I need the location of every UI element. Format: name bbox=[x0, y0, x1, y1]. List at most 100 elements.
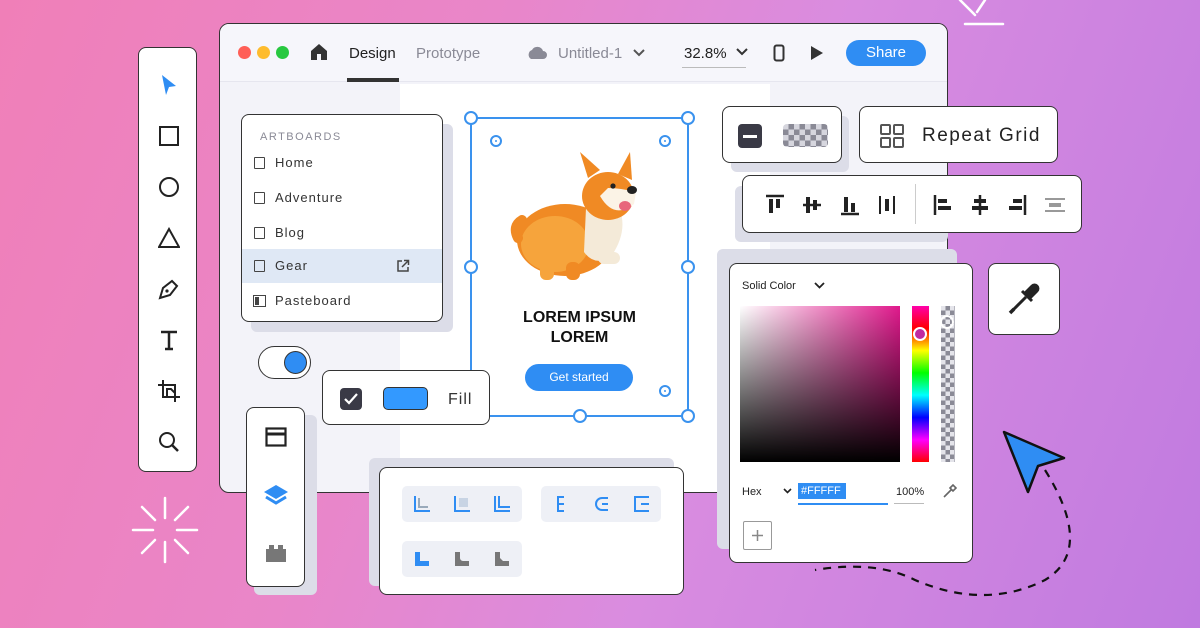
minimize-window-button[interactable] bbox=[257, 46, 270, 59]
polygon-tool[interactable] bbox=[155, 224, 183, 252]
get-started-button[interactable]: Get started bbox=[525, 364, 633, 391]
page-icon bbox=[254, 157, 265, 169]
resize-handle[interactable] bbox=[573, 409, 587, 423]
pin-top-left-icon[interactable] bbox=[412, 494, 432, 514]
close-window-button[interactable] bbox=[238, 46, 251, 59]
headline-line: LOREM bbox=[550, 329, 609, 346]
ellipse-icon bbox=[159, 177, 179, 197]
cursor-arrow-icon bbox=[1002, 430, 1066, 494]
pin-right-icon[interactable] bbox=[552, 494, 572, 514]
artboard-item-pasteboard[interactable]: Pasteboard bbox=[242, 284, 442, 318]
pen-tool[interactable] bbox=[155, 275, 183, 303]
corner-cut-icon[interactable] bbox=[492, 549, 512, 569]
repeat-grid-label: Repeat Grid bbox=[922, 125, 1041, 146]
artboard-item-label: Home bbox=[275, 155, 314, 170]
zoom-tool[interactable] bbox=[155, 428, 183, 456]
hue-slider-thumb[interactable] bbox=[913, 327, 927, 341]
artboard-item-label: Pasteboard bbox=[275, 293, 352, 308]
maximize-window-button[interactable] bbox=[276, 46, 289, 59]
pin-box-icon[interactable] bbox=[632, 494, 652, 514]
align-left-icon[interactable] bbox=[933, 194, 953, 216]
page-icon bbox=[254, 192, 265, 204]
opacity-slider[interactable] bbox=[940, 306, 955, 462]
artboard-item-home[interactable]: Home bbox=[242, 146, 442, 180]
resize-handle[interactable] bbox=[681, 260, 695, 274]
eyedropper-icon bbox=[1008, 283, 1040, 315]
artboard-item-adventure[interactable]: Adventure bbox=[242, 181, 442, 215]
saturation-field[interactable] bbox=[740, 306, 900, 462]
align-panel bbox=[742, 175, 1082, 233]
sparkle-decoration bbox=[131, 496, 199, 564]
add-swatch-button[interactable] bbox=[743, 521, 772, 550]
artboard-item-gear[interactable]: Gear bbox=[242, 249, 442, 283]
triangle-icon bbox=[158, 227, 180, 248]
hue-slider[interactable] bbox=[912, 306, 929, 462]
ellipse-tool[interactable] bbox=[155, 173, 183, 201]
align-bottom-icon[interactable] bbox=[840, 194, 860, 216]
headline-line: LOREM IPSUM bbox=[523, 309, 636, 326]
artboard-item-label: Gear bbox=[275, 258, 308, 273]
rectangle-tool[interactable] bbox=[155, 122, 183, 150]
artboard-item-blog[interactable]: Blog bbox=[242, 216, 442, 250]
opacity-slider-thumb[interactable] bbox=[940, 315, 954, 329]
mobile-preview-icon[interactable] bbox=[773, 44, 785, 62]
constraints-panel bbox=[379, 467, 684, 595]
artboards-heading: ARTBOARDS bbox=[260, 131, 342, 143]
plus-icon bbox=[752, 530, 763, 541]
resize-handle[interactable] bbox=[681, 111, 695, 125]
sparkle-decoration bbox=[958, 0, 1005, 26]
artboard-item-label: Adventure bbox=[275, 190, 344, 205]
view-toolbar bbox=[246, 407, 305, 587]
corner-square-icon[interactable] bbox=[412, 549, 432, 569]
zoom-level[interactable]: 32.8% bbox=[684, 45, 727, 62]
align-center-icon[interactable] bbox=[970, 194, 990, 216]
text-tool[interactable] bbox=[155, 326, 183, 354]
resize-handle[interactable] bbox=[681, 409, 695, 423]
fill-label: Fill bbox=[448, 391, 473, 408]
tab-prototype[interactable]: Prototype bbox=[416, 45, 480, 62]
layers-icon[interactable] bbox=[263, 483, 289, 507]
artboard-tool[interactable] bbox=[155, 377, 183, 405]
radius-handle[interactable] bbox=[659, 135, 671, 147]
artboard-headline: LOREM IPSUM LOREM bbox=[470, 308, 689, 348]
radius-handle[interactable] bbox=[659, 385, 671, 397]
plugins-icon[interactable] bbox=[263, 543, 289, 563]
share-button[interactable]: Share bbox=[846, 40, 926, 66]
align-right-icon[interactable] bbox=[1007, 194, 1027, 216]
color-mode-select[interactable]: Solid Color bbox=[742, 280, 796, 292]
fill-checkbox[interactable] bbox=[340, 388, 362, 410]
window-icon[interactable] bbox=[265, 427, 287, 447]
repeat-grid-button[interactable]: Repeat Grid bbox=[859, 106, 1058, 163]
tab-design[interactable]: Design bbox=[349, 45, 396, 62]
color-format-select[interactable]: Hex bbox=[742, 486, 762, 498]
pin-bottom-left-icon[interactable] bbox=[452, 494, 472, 514]
play-icon[interactable] bbox=[810, 45, 824, 61]
pin-round-icon[interactable] bbox=[592, 494, 612, 514]
toggle-switch[interactable] bbox=[258, 346, 311, 379]
align-divider bbox=[915, 184, 916, 224]
align-top-icon[interactable] bbox=[765, 194, 785, 216]
resize-handle[interactable] bbox=[464, 111, 478, 125]
eyedropper-button[interactable] bbox=[988, 263, 1060, 335]
distribute-icon[interactable] bbox=[878, 194, 896, 216]
chevron-down-icon[interactable] bbox=[783, 488, 792, 494]
pointer-icon bbox=[162, 75, 176, 95]
magnifier-icon bbox=[159, 432, 179, 452]
chevron-down-icon[interactable] bbox=[736, 48, 748, 56]
document-title[interactable]: Untitled-1 bbox=[558, 45, 622, 62]
pin-all-icon[interactable] bbox=[492, 494, 512, 514]
fill-color-swatch[interactable] bbox=[383, 387, 428, 410]
chevron-down-icon[interactable] bbox=[814, 282, 825, 289]
distribute-horizontal-icon[interactable] bbox=[1044, 194, 1066, 216]
select-tool[interactable] bbox=[155, 71, 183, 99]
corner-round-icon[interactable] bbox=[452, 549, 472, 569]
artboards-panel: ARTBOARDS Home Adventure Blog Gear Paste… bbox=[241, 114, 443, 322]
transparency-swatch[interactable] bbox=[783, 124, 828, 147]
minus-icon[interactable] bbox=[738, 124, 762, 148]
radius-handle[interactable] bbox=[490, 135, 502, 147]
chevron-down-icon[interactable] bbox=[633, 49, 645, 57]
align-middle-icon[interactable] bbox=[802, 194, 822, 216]
home-icon[interactable] bbox=[309, 43, 329, 61]
artboard-icon bbox=[158, 380, 180, 402]
external-link-icon[interactable] bbox=[396, 259, 410, 273]
